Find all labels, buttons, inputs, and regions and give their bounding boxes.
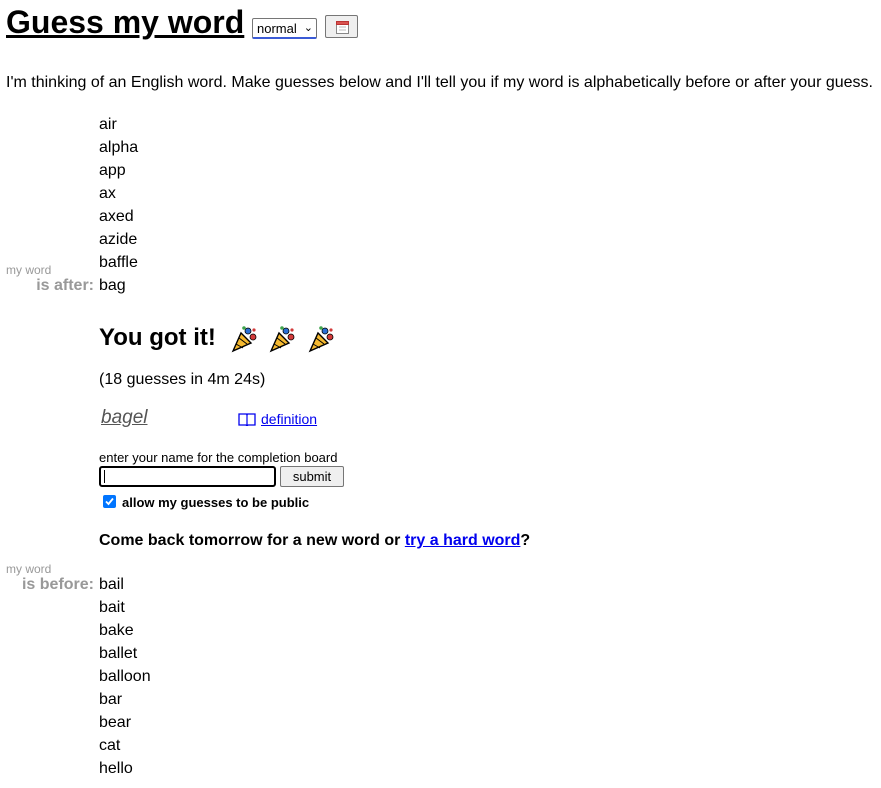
- guess-word: axed: [99, 208, 134, 225]
- answer-word[interactable]: bagel: [101, 406, 148, 430]
- guess-word: azide: [99, 231, 138, 248]
- book-icon: [238, 413, 256, 426]
- guess-word: bake: [99, 622, 134, 639]
- guess-word: baffle: [99, 254, 138, 271]
- after-guess-list: air alpha app ax axed azide baffle bag: [99, 113, 138, 297]
- text-caret: [104, 470, 105, 483]
- party-popper-icon: [231, 325, 256, 353]
- party-popper-icon: [308, 325, 334, 353]
- public-guesses-checkbox[interactable]: [103, 495, 116, 508]
- guess-word: bail: [99, 576, 124, 593]
- name-input[interactable]: [99, 466, 276, 487]
- party-popper-icon: [269, 325, 295, 353]
- guess-word: bar: [99, 691, 123, 708]
- hard-word-link[interactable]: try a hard word: [405, 532, 521, 549]
- guess-word: balloon: [99, 668, 151, 685]
- name-field-label: enter your name for the completion board: [99, 450, 338, 465]
- success-heading: You got it!: [99, 322, 334, 354]
- before-guess-list: bail bait bake ballet balloon bar bear c…: [99, 573, 151, 780]
- guess-summary: (18 guesses in 4m 24s): [99, 371, 266, 388]
- come-back-message: Come back tomorrow for a new word or try…: [99, 531, 530, 551]
- guess-word: hello: [99, 760, 133, 777]
- before-label-small: my word: [6, 562, 52, 576]
- after-label: is after:: [36, 277, 94, 294]
- after-label-small: my word: [6, 263, 52, 277]
- guess-word: ballet: [99, 645, 138, 662]
- guess-word: cat: [99, 737, 121, 754]
- definition-link-label[interactable]: definition: [261, 411, 317, 427]
- guess-word: alpha: [99, 139, 139, 156]
- guess-word: bait: [99, 599, 125, 616]
- success-text: You got it!: [99, 324, 216, 351]
- calendar-button[interactable]: [325, 15, 358, 38]
- before-label: is before:: [21, 576, 94, 593]
- public-guesses-label[interactable]: allow my guesses to be public: [122, 495, 309, 511]
- page-title[interactable]: Guess my word: [6, 2, 244, 42]
- guess-my-word-page: Guess my word normal ⌄ I'm thinking of a…: [0, 0, 881, 788]
- submit-button[interactable]: submit: [280, 466, 344, 487]
- calendar-icon: [336, 21, 349, 34]
- guess-word: bear: [99, 714, 132, 731]
- guess-word: app: [99, 162, 126, 179]
- difficulty-selected-value: normal: [257, 21, 297, 36]
- come-back-suffix: ?: [520, 532, 531, 549]
- guess-word: bag: [99, 277, 126, 294]
- come-back-text: Come back tomorrow for a new word or: [99, 532, 405, 549]
- chevron-down-icon: ⌄: [303, 22, 313, 34]
- guess-word: air: [99, 116, 117, 133]
- definition-link[interactable]: definition: [238, 410, 317, 428]
- checkmark-icon: [105, 497, 114, 506]
- guess-word: ax: [99, 185, 116, 202]
- difficulty-select[interactable]: normal ⌄: [252, 18, 317, 39]
- intro-text: I'm thinking of an English word. Make gu…: [6, 74, 873, 91]
